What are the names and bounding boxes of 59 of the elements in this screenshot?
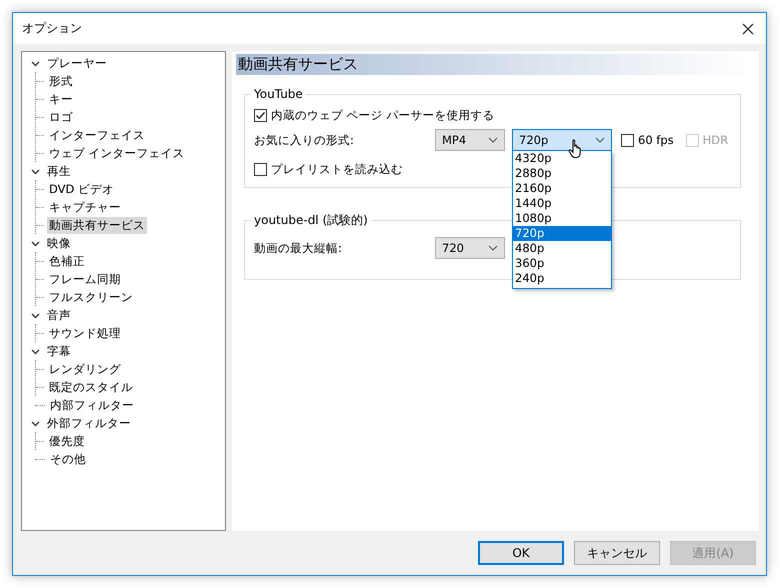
tree-item[interactable]: 音声 [45, 306, 73, 324]
caret-icon [595, 137, 605, 143]
dropdown-option[interactable]: 4320p [513, 151, 611, 166]
dropdown-option[interactable]: 720p [513, 226, 611, 241]
chevron-icon[interactable] [31, 238, 40, 248]
tree-item[interactable]: 外部フィルター [45, 414, 133, 432]
tree-item[interactable]: 動画共有サービス [47, 216, 147, 234]
tree-item[interactable]: プレーヤー [45, 54, 109, 72]
dropdown-option[interactable]: 2880p [513, 166, 611, 181]
tree-item[interactable]: レンダリング [47, 360, 123, 378]
dropdown-option[interactable]: 2160p [513, 181, 611, 196]
max-height-combo[interactable]: 720 [435, 237, 505, 259]
checkbox-label: 60 fps [638, 133, 674, 147]
chevron-icon[interactable] [31, 58, 40, 68]
field-label: 動画の最大縦幅: [254, 240, 343, 256]
checkbox-label: プレイリストを読み込む [271, 162, 403, 176]
chevron-icon[interactable] [31, 166, 40, 176]
chevron-icon[interactable] [31, 310, 40, 320]
dropdown-option[interactable]: 1080p [513, 211, 611, 226]
dropdown-option[interactable]: 240p [513, 271, 611, 286]
dropdown-option[interactable]: 480p [513, 241, 611, 256]
cancel-button[interactable]: キャンセル [574, 541, 660, 565]
tree-item[interactable]: 内部フィルター [48, 396, 136, 414]
checkbox-label: HDR [702, 133, 728, 147]
window-title: オプション [22, 20, 82, 37]
caret-icon [488, 137, 498, 143]
chevron-icon[interactable] [31, 346, 40, 356]
chevron-icon[interactable] [31, 418, 40, 428]
format-combo[interactable]: MP4 [435, 129, 505, 151]
group-title: YouTube [253, 87, 304, 101]
tree-item[interactable]: 字幕 [45, 342, 73, 360]
tree-item[interactable]: ロゴ [47, 108, 75, 126]
tree-item[interactable]: キャプチャー [47, 198, 123, 216]
tree-item[interactable]: キー [47, 90, 75, 108]
tree-item[interactable]: DVD ビデオ [47, 180, 116, 198]
checkbox-label: 内蔵のウェブ ページ パーサーを使用する [271, 108, 494, 122]
tree-item[interactable]: サウンド処理 [47, 324, 123, 342]
checkbox[interactable] [621, 134, 634, 146]
dropdown-option[interactable]: 360p [513, 256, 611, 271]
tree-item[interactable]: 色補正 [47, 252, 87, 270]
tree-item[interactable]: 映像 [45, 234, 73, 252]
field-label: お気に入りの形式: [254, 132, 355, 148]
resolution-combo[interactable]: 720p [512, 129, 612, 151]
tree-item[interactable]: フルスクリーン [47, 288, 135, 306]
group-title: youtube-dl (試験的) [253, 212, 369, 229]
dropdown-option[interactable]: 1440p [513, 196, 611, 211]
tree-item[interactable]: その他 [48, 450, 88, 468]
caret-icon [488, 245, 498, 251]
tree-item[interactable]: 既定のスタイル [47, 378, 135, 396]
tree-item[interactable]: フレーム同期 [47, 270, 123, 288]
close-icon[interactable] [742, 22, 754, 34]
checkbox[interactable] [254, 162, 267, 176]
tree-item[interactable]: 再生 [45, 162, 73, 180]
tree-item[interactable]: インターフェイス [47, 126, 147, 144]
tree-item[interactable]: ウェブ インターフェイス [47, 144, 187, 162]
ok-button[interactable]: OK [478, 541, 564, 565]
tree-item[interactable]: 形式 [47, 72, 75, 90]
tree-item[interactable]: 優先度 [47, 432, 87, 450]
checkbox[interactable] [254, 108, 267, 122]
